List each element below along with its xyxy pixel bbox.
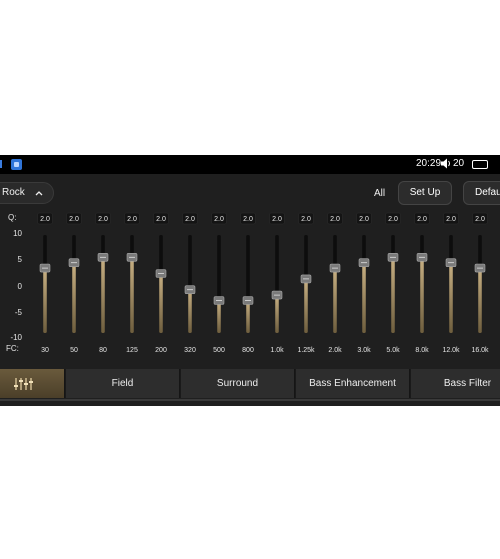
tab-bar: Field Surround Bass Enhancement Bass Fil…: [0, 369, 500, 398]
q-value: 2.0: [475, 216, 485, 223]
y-tick-label: 10: [13, 229, 22, 238]
q-value: 2.0: [214, 216, 224, 223]
slider-fill: [478, 268, 482, 333]
q-value: 2.0: [417, 216, 427, 223]
y-tick-label: -10: [10, 333, 22, 342]
equalizer-icon: [14, 378, 33, 390]
fc-value: 80: [99, 347, 107, 354]
q-value: 2.0: [69, 216, 79, 223]
fc-value: 12.0k: [442, 347, 460, 354]
y-tick-label: -5: [15, 308, 23, 317]
slider-fill: [43, 268, 47, 333]
slider-fill: [72, 262, 76, 333]
fc-value: 320: [184, 347, 196, 354]
fc-value: 30: [41, 347, 49, 354]
y-tick-label: 5: [18, 255, 23, 264]
q-value: 2.0: [40, 216, 50, 223]
fc-value: 3.0k: [357, 347, 371, 354]
slider-fill: [217, 300, 221, 333]
tab-equalizer[interactable]: [0, 369, 64, 398]
fc-value: 8.0k: [415, 347, 429, 354]
fc-value: 200: [155, 347, 167, 354]
fc-value: 5.0k: [386, 347, 400, 354]
q-value: 2.0: [446, 216, 456, 223]
fc-value: 125: [126, 347, 138, 354]
q-value: 2.0: [243, 216, 253, 223]
tab-field[interactable]: Field: [65, 369, 179, 398]
q-value: 2.0: [127, 216, 137, 223]
tab-bass-enhancement[interactable]: Bass Enhancement: [295, 369, 409, 398]
y-tick-label: 0: [18, 282, 23, 291]
tab-bass-filter[interactable]: Bass Filter: [410, 369, 500, 398]
tab-surround[interactable]: Surround: [180, 369, 294, 398]
q-value: 2.0: [301, 216, 311, 223]
fc-value: 1.25k: [297, 347, 315, 354]
slider-fill: [188, 289, 192, 333]
slider-fill: [304, 278, 308, 333]
equalizer-screen: 20:29 20 Rock All Set Up Default Q:FC:10…: [0, 155, 500, 406]
slider-fill: [159, 273, 163, 333]
q-value: 2.0: [359, 216, 369, 223]
fc-label: FC:: [6, 344, 19, 353]
q-value: 2.0: [388, 216, 398, 223]
slider-fill: [130, 257, 134, 333]
fc-value: 800: [242, 347, 254, 354]
slider-fill: [275, 295, 279, 333]
slider-fill: [449, 262, 453, 333]
slider-fill: [420, 257, 424, 333]
slider-fill: [333, 268, 337, 333]
divider: [0, 399, 500, 401]
slider-fill: [391, 257, 395, 333]
slider-fill: [101, 257, 105, 333]
slider-fill: [246, 300, 250, 333]
q-value: 2.0: [185, 216, 195, 223]
fc-value: 500: [213, 347, 225, 354]
fc-value: 1.0k: [270, 347, 284, 354]
q-value: 2.0: [272, 216, 282, 223]
fc-value: 16.0k: [471, 347, 489, 354]
fc-value: 50: [70, 347, 78, 354]
q-value: 2.0: [156, 216, 166, 223]
slider-fill: [362, 262, 366, 333]
fc-value: 2.0k: [328, 347, 342, 354]
q-label: Q:: [8, 213, 16, 222]
q-value: 2.0: [98, 216, 108, 223]
q-value: 2.0: [330, 216, 340, 223]
